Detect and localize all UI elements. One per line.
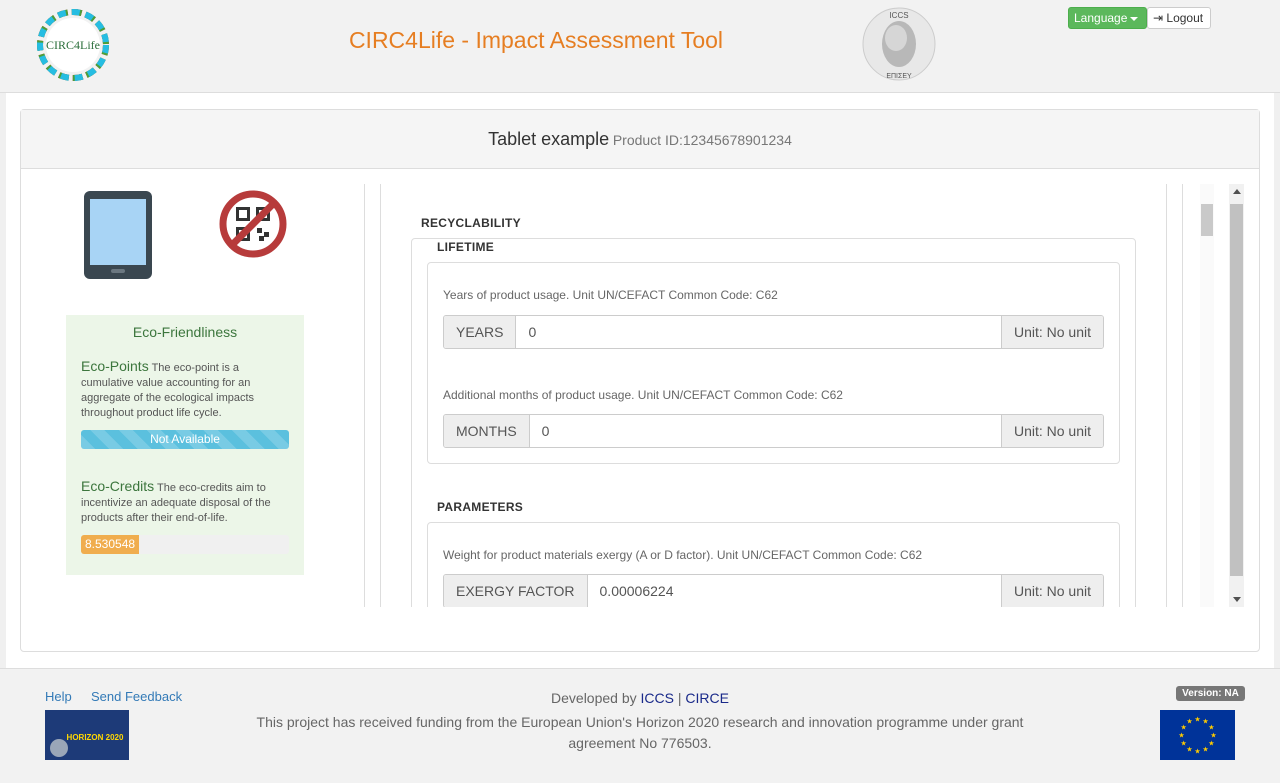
months-input[interactable]: 0 (529, 415, 1001, 447)
exergy-description: Weight for product materials exergy (A o… (443, 548, 923, 562)
logout-button[interactable]: ⇥ Logout (1147, 7, 1211, 29)
language-button[interactable]: Language (1068, 7, 1147, 29)
eco-credits-label: Eco-Credits (81, 478, 155, 494)
parameters-label: PARAMETERS (437, 500, 524, 514)
months-input-group: MONTHS 0 Unit: No unit (443, 414, 1104, 448)
tablet-icon (84, 191, 152, 279)
exergy-input[interactable]: 0.00006224 (587, 575, 1001, 607)
divider (1182, 184, 1183, 607)
logout-label: Logout (1166, 11, 1204, 25)
years-addon: YEARS (444, 316, 517, 348)
years-unit: Unit: No unit (1000, 316, 1103, 348)
horizon-2020-logo: HORIZON 2020 (45, 710, 129, 760)
developed-by-label: Developed by (551, 690, 637, 706)
eco-credits-block: Eco-Credits The eco-credits aim to incen… (81, 479, 291, 526)
years-input-group: YEARS 0 Unit: No unit (443, 315, 1104, 349)
eu-flag-icon: ★ ★★★★★★★★★★★ (1160, 710, 1235, 760)
eu-star-icon: ★ (1194, 748, 1200, 756)
eu-star-icon: ★ (1180, 740, 1186, 748)
eu-star-icon: ★ (1208, 740, 1214, 748)
scroll-up-icon[interactable] (1233, 189, 1241, 194)
chevron-down-icon (1130, 16, 1139, 21)
eco-points-block: Eco-Points The eco-point is a cumulative… (81, 359, 291, 421)
months-addon: MONTHS (444, 415, 530, 447)
circe-link[interactable]: CIRCE (685, 690, 729, 706)
eco-credits-bar: 8.530548 (81, 535, 289, 554)
section-recyclability: RECYCLABILITY (421, 216, 521, 230)
months-unit: Unit: No unit (1000, 415, 1103, 447)
eu-star-icon: ★ (1208, 724, 1214, 732)
scroll-down-icon[interactable] (1233, 597, 1241, 602)
version-badge: Version: NA (1176, 686, 1245, 701)
developed-by: Developed by ICCS | CIRCE (0, 690, 1280, 706)
iccs-logo-top-text: ICCS (889, 11, 908, 20)
divider (364, 184, 365, 607)
inner-scrollbar[interactable] (1200, 184, 1214, 607)
exergy-addon: EXERGY FACTOR (444, 575, 588, 607)
iccs-link[interactable]: ICCS (641, 690, 674, 706)
separator: | (677, 690, 682, 706)
language-label: Language (1074, 11, 1128, 25)
eu-star-icon: ★ (1178, 732, 1184, 740)
years-description: Years of product usage. Unit UN/CEFACT C… (443, 288, 778, 302)
divider (1166, 184, 1167, 607)
logout-icon: ⇥ (1153, 11, 1164, 25)
footer: Help Send Feedback Developed by ICCS | C… (0, 668, 1280, 783)
years-input[interactable]: 0 (516, 316, 1001, 348)
funding-text: This project has received funding from t… (256, 714, 1024, 751)
iccs-logo-bottom-text: ΕΠΙΣΕΥ (886, 73, 912, 80)
eco-title: Eco-Friendliness (132, 324, 238, 340)
eco-points-label: Eco-Points (81, 358, 149, 374)
product-id: Product ID:12345678901234 (612, 132, 792, 148)
lifetime-label: LIFETIME (437, 240, 495, 254)
eu-star-icon: ★ (1186, 718, 1192, 726)
iccs-logo: ICCS ΕΠΙΣΕΥ (862, 7, 936, 81)
eco-points-bar: Not Available (81, 430, 289, 449)
months-description: Additional months of product usage. Unit… (443, 388, 843, 402)
eu-star-icon: ★ (1186, 745, 1192, 753)
panel-heading: Tablet example Product ID:12345678901234 (21, 110, 1259, 169)
no-qr-code-icon (219, 190, 287, 258)
eu-star-icon: ★ (1194, 716, 1200, 724)
eco-friendliness-box: Eco-Friendliness Eco-Points The eco-poin… (66, 315, 304, 575)
eu-star-icon: ★ (1202, 745, 1208, 753)
eco-credits-bar-fill: 8.530548 (81, 535, 140, 554)
exergy-input-group: EXERGY FACTOR 0.00006224 Unit: No unit (443, 574, 1104, 607)
product-name: Tablet example (488, 129, 610, 149)
form-content[interactable]: RECYCLABILITY LIFETIME Years of product … (381, 184, 1166, 607)
header: CIRC4Life CIRC4Life - Impact Assessment … (0, 0, 1280, 93)
scrollbar-thumb[interactable] (1230, 204, 1243, 576)
inner-scrollbar-thumb[interactable] (1201, 204, 1213, 236)
exergy-unit: Unit: No unit (1000, 575, 1103, 607)
eu-star-icon: ★ (1210, 732, 1216, 740)
horizon-logo-text: HORIZON 2020 (67, 733, 124, 742)
